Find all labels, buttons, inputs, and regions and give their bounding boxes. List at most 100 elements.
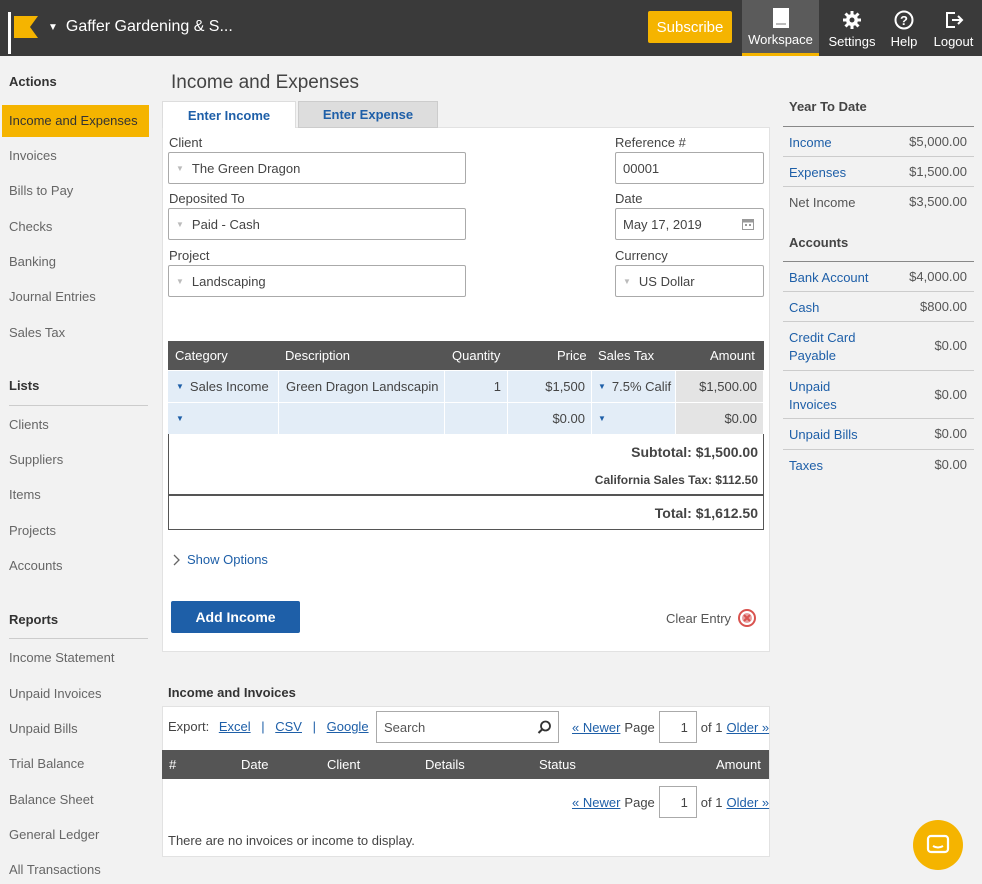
export-csv-link[interactable]: CSV bbox=[275, 719, 302, 734]
sidebar-item-income-statement[interactable]: Income Statement bbox=[9, 650, 115, 665]
date-value: May 17, 2019 bbox=[623, 216, 702, 232]
date-input[interactable]: May 17, 2019 bbox=[615, 208, 764, 240]
logo-icon[interactable] bbox=[8, 12, 38, 54]
category-select[interactable]: ▼ Sales Income bbox=[168, 371, 279, 402]
deposited-select[interactable]: ▼ Paid - Cash bbox=[168, 208, 466, 240]
ytd-expenses-link[interactable]: Expenses bbox=[789, 164, 846, 182]
tax-select[interactable]: ▼ 7.5% Calif bbox=[592, 371, 676, 402]
currency-select[interactable]: ▼ US Dollar bbox=[615, 265, 764, 297]
sidebar-item-items[interactable]: Items bbox=[9, 487, 41, 502]
reference-input[interactable]: 00001 bbox=[615, 152, 764, 184]
tab-enter-expense[interactable]: Enter Expense bbox=[298, 101, 438, 128]
price-input[interactable]: $0.00 bbox=[508, 403, 592, 434]
col-details: Details bbox=[425, 757, 465, 772]
sidebar-item-invoices[interactable]: Invoices bbox=[9, 148, 57, 163]
export-label: Export: bbox=[168, 719, 210, 734]
sidebar-item-checks[interactable]: Checks bbox=[9, 219, 52, 234]
reports-heading: Reports bbox=[9, 612, 59, 627]
sidebar-item-suppliers[interactable]: Suppliers bbox=[9, 452, 63, 467]
divider bbox=[783, 291, 974, 292]
client-select[interactable]: ▼ The Green Dragon bbox=[168, 152, 466, 184]
project-select[interactable]: ▼ Landscaping bbox=[168, 265, 466, 297]
ytd-net-value: $3,500.00 bbox=[909, 194, 967, 209]
invoices-section-title: Income and Invoices bbox=[168, 685, 296, 700]
sidebar-item-balance-sheet[interactable]: Balance Sheet bbox=[9, 792, 94, 807]
nav-workspace[interactable]: Workspace bbox=[742, 0, 819, 56]
col-date: Date bbox=[241, 757, 269, 772]
nav-settings[interactable]: Settings bbox=[823, 0, 881, 56]
caret-down-icon: ▼ bbox=[598, 414, 606, 423]
newer-link[interactable]: « Newer bbox=[572, 720, 620, 735]
col-sales-tax: Sales Tax bbox=[598, 348, 655, 363]
sidebar-item-trial-balance[interactable]: Trial Balance bbox=[9, 756, 84, 771]
tax-value: 7.5% Calif bbox=[611, 379, 672, 394]
sidebar-item-unpaid-bills[interactable]: Unpaid Bills bbox=[9, 721, 78, 736]
subscribe-button[interactable]: Subscribe bbox=[648, 11, 732, 43]
gear-icon bbox=[842, 8, 862, 32]
description-input[interactable]: Green Dragon Landscapin bbox=[279, 371, 445, 402]
sidebar-item-banking[interactable]: Banking bbox=[9, 254, 56, 269]
export-excel-link[interactable]: Excel bbox=[219, 719, 251, 734]
export-google-link[interactable]: Google bbox=[327, 719, 369, 734]
account-link-cash[interactable]: Cash bbox=[789, 299, 819, 317]
nav-help[interactable]: ? Help bbox=[884, 0, 924, 56]
page-input[interactable]: 1 bbox=[658, 786, 697, 818]
clear-entry-button[interactable]: Clear Entry bbox=[666, 608, 757, 628]
sidebar-item-clients[interactable]: Clients bbox=[9, 417, 49, 432]
category-select[interactable]: ▼ bbox=[168, 403, 279, 434]
currency-label: Currency bbox=[615, 248, 668, 263]
sidebar-item-bills[interactable]: Bills to Pay bbox=[9, 183, 73, 198]
tax-select[interactable]: ▼ bbox=[592, 403, 676, 434]
col-description: Description bbox=[285, 348, 351, 363]
caret-down-icon: ▼ bbox=[176, 382, 184, 391]
account-value: $800.00 bbox=[920, 299, 967, 314]
ytd-income-value: $5,000.00 bbox=[909, 134, 967, 149]
account-link-bank[interactable]: Bank Account bbox=[789, 269, 869, 287]
sidebar-item-unpaid-invoices[interactable]: Unpaid Invoices bbox=[9, 686, 102, 701]
account-link-unpaid-bills[interactable]: Unpaid Bills bbox=[789, 426, 858, 444]
quantity-input[interactable]: 1 bbox=[445, 371, 508, 402]
nav-label: Logout bbox=[933, 33, 974, 49]
company-selector[interactable]: ▼ Gaffer Gardening & S... bbox=[48, 18, 233, 36]
accounts-heading: Accounts bbox=[789, 235, 849, 250]
close-circle-icon bbox=[738, 609, 757, 627]
col-status: Status bbox=[539, 757, 576, 772]
search-input[interactable]: Search bbox=[376, 711, 559, 743]
older-link[interactable]: Older » bbox=[726, 720, 769, 735]
empty-message: There are no invoices or income to displ… bbox=[168, 833, 415, 848]
sidebar-item-projects[interactable]: Projects bbox=[9, 523, 56, 538]
client-label: Client bbox=[169, 135, 203, 150]
show-options-link[interactable]: Show Options bbox=[173, 552, 268, 567]
logout-icon bbox=[944, 8, 964, 32]
price-input[interactable]: $1,500 bbox=[508, 371, 592, 402]
nav-logout[interactable]: Logout bbox=[930, 0, 977, 56]
sidebar-item-journal[interactable]: Journal Entries bbox=[9, 289, 96, 304]
account-link-taxes[interactable]: Taxes bbox=[789, 457, 823, 475]
divider bbox=[783, 321, 974, 322]
older-link[interactable]: Older » bbox=[726, 795, 769, 810]
sidebar-item-income-expenses[interactable]: Income and Expenses bbox=[2, 105, 149, 137]
divider bbox=[783, 449, 974, 450]
page-input[interactable]: 1 bbox=[658, 711, 697, 743]
description-input[interactable] bbox=[279, 403, 445, 434]
sidebar-item-all-transactions[interactable]: All Transactions bbox=[9, 862, 101, 877]
ytd-income-link[interactable]: Income bbox=[789, 134, 832, 152]
sidebar-item-sales-tax[interactable]: Sales Tax bbox=[9, 325, 65, 340]
tab-enter-income[interactable]: Enter Income bbox=[162, 101, 296, 128]
description-value: Green Dragon Landscapin bbox=[286, 379, 439, 394]
quantity-input[interactable] bbox=[445, 403, 508, 434]
account-value: $0.00 bbox=[934, 338, 967, 353]
sidebar-item-accounts[interactable]: Accounts bbox=[9, 558, 62, 573]
add-income-button[interactable]: Add Income bbox=[171, 601, 300, 633]
calendar-icon[interactable] bbox=[742, 218, 754, 233]
account-link-unpaid-invoices[interactable]: Unpaid Invoices bbox=[789, 378, 859, 414]
sales-tax-total: California Sales Tax: $112.50 bbox=[594, 473, 758, 487]
search-icon[interactable] bbox=[537, 720, 552, 735]
deposited-label: Deposited To bbox=[169, 191, 245, 206]
newer-link[interactable]: « Newer bbox=[572, 795, 620, 810]
chat-icon bbox=[926, 834, 950, 854]
chat-button[interactable] bbox=[913, 820, 963, 870]
page-label: Page bbox=[624, 719, 655, 735]
sidebar-item-general-ledger[interactable]: General Ledger bbox=[9, 827, 99, 842]
account-link-credit-card[interactable]: Credit Card Payable bbox=[789, 329, 879, 365]
